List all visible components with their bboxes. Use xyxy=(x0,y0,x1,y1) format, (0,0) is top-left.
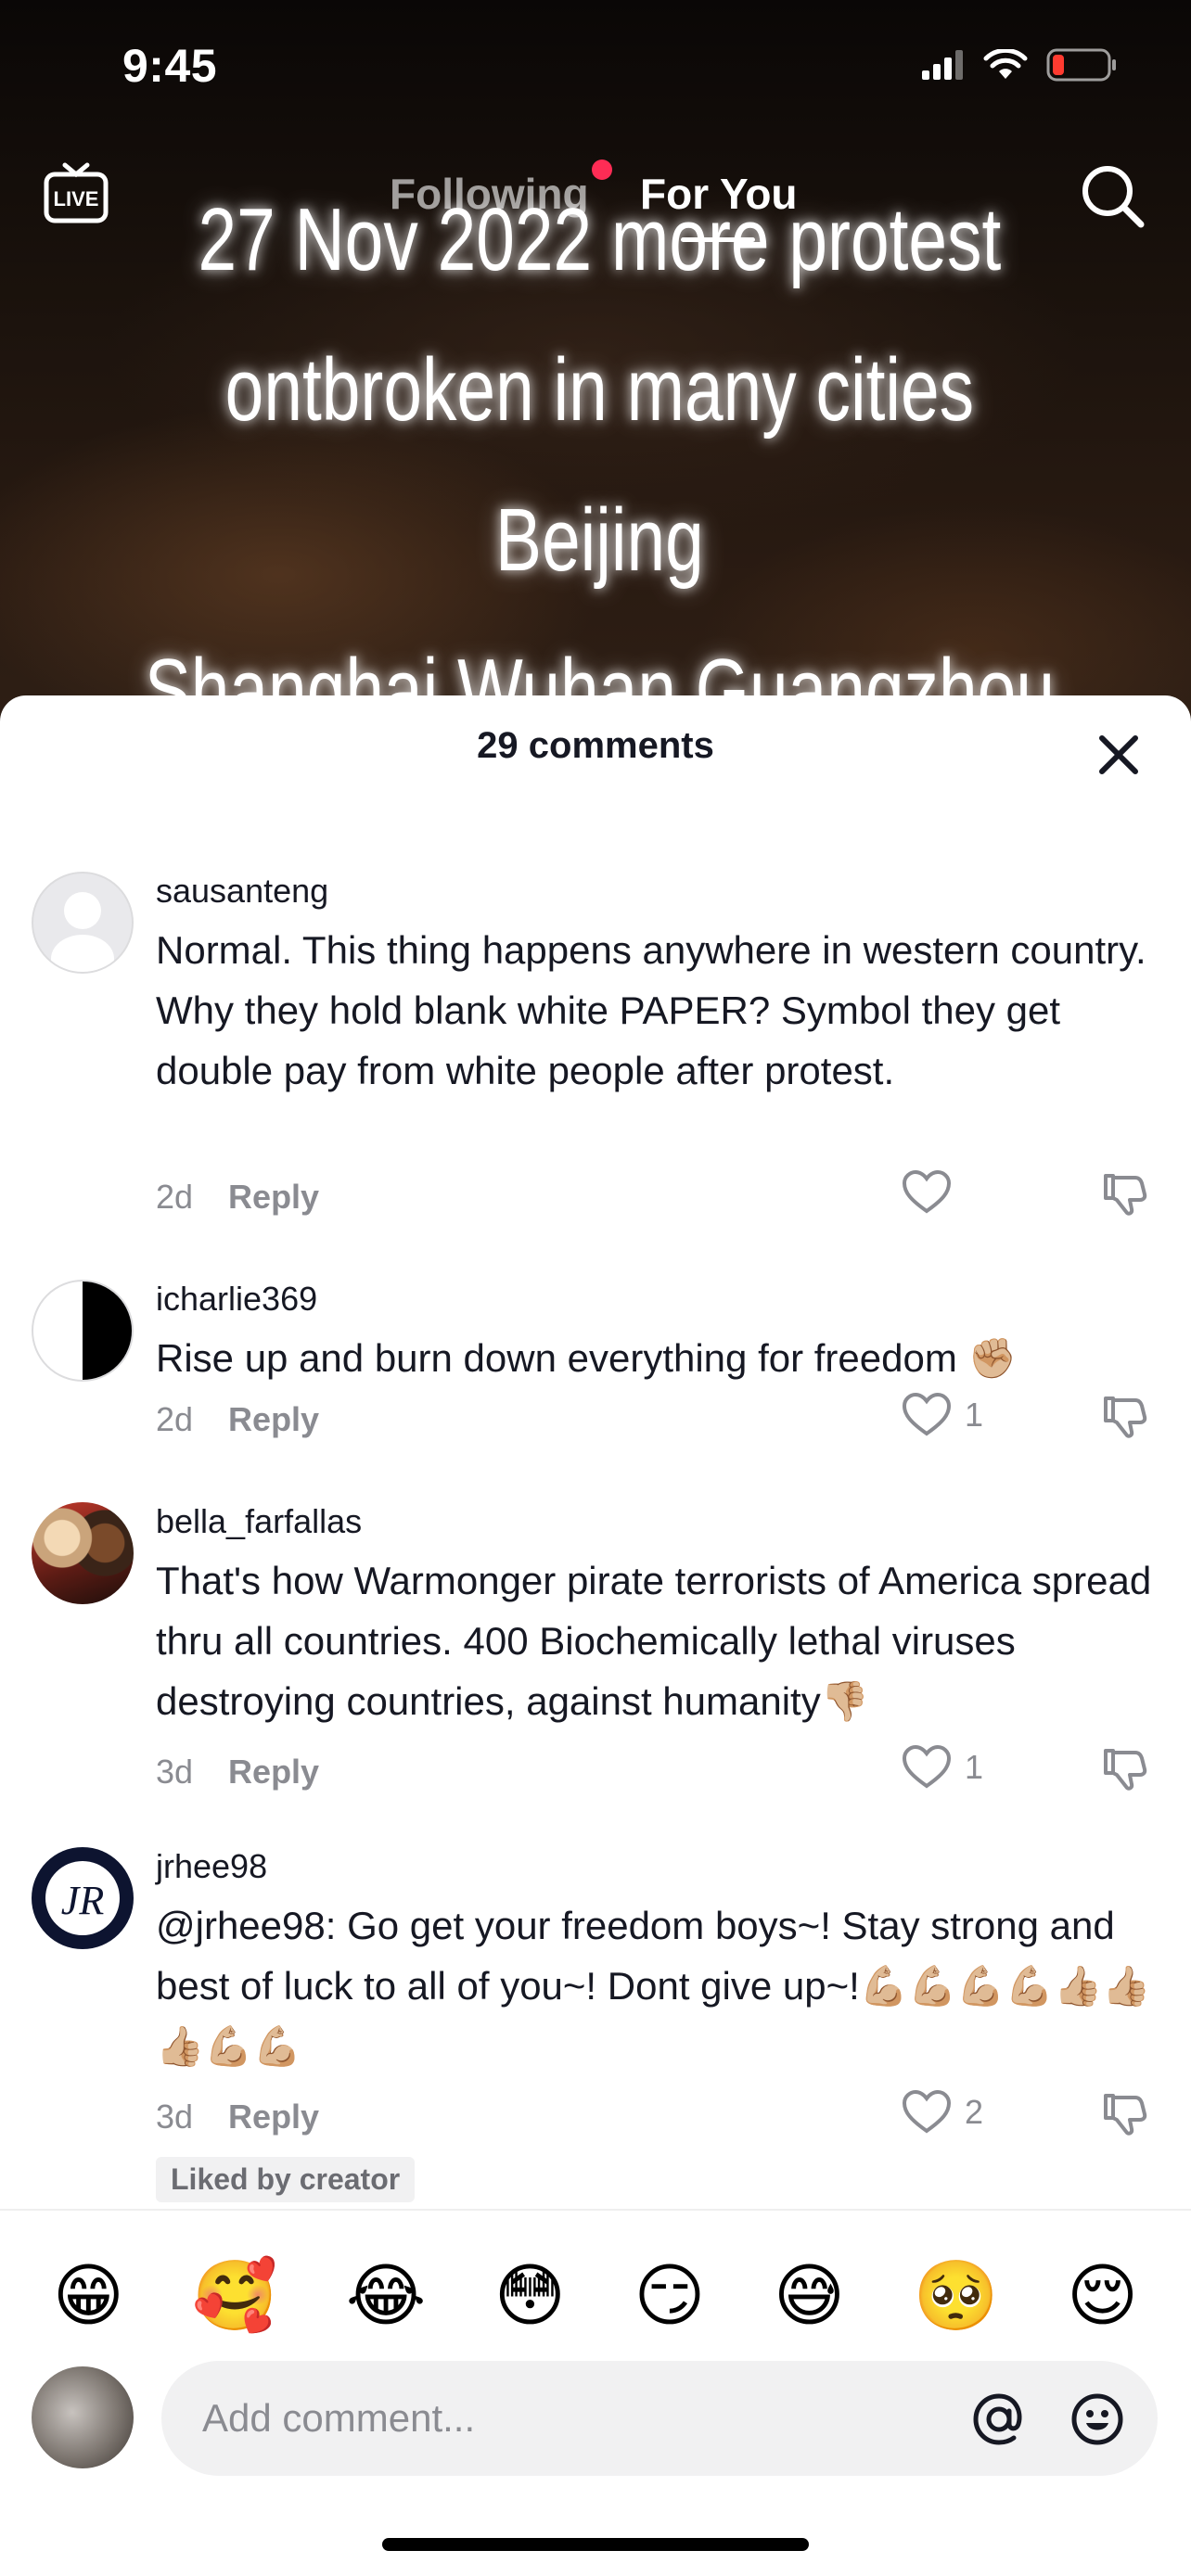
my-avatar xyxy=(32,2366,134,2468)
comments-sheet: 29 comments ▀▀ ▀▀▀▀ sausanteng Normal. T… xyxy=(0,695,1191,2576)
avatar[interactable] xyxy=(32,1280,134,1382)
svg-text:LIVE: LIVE xyxy=(54,187,99,210)
avatar[interactable] xyxy=(32,872,134,974)
video-player[interactable]: 9:45 LIVE Following For You 27 Nov 2022 … xyxy=(0,0,1191,890)
comment-username[interactable]: icharlie369 xyxy=(156,1280,317,1319)
default-avatar-icon xyxy=(51,892,114,972)
svg-text:JR: JR xyxy=(61,1878,105,1923)
monogram-logo: JR xyxy=(45,1861,120,1935)
comment-meta: 2d Reply xyxy=(156,1400,319,1439)
comment-age: 2d xyxy=(156,1400,194,1438)
comment-text: That's how Warmonger pirate terrorists o… xyxy=(156,1559,1152,1723)
comment-age: 3d xyxy=(156,2098,194,2136)
comment-username[interactable]: bella_farfallas xyxy=(156,1502,362,1541)
search-icon[interactable] xyxy=(1076,159,1150,234)
signal-icon xyxy=(922,50,963,80)
heart-icon xyxy=(902,1745,952,1789)
dislike-icon[interactable] xyxy=(1100,1170,1148,1218)
emoji-grin[interactable]: 😁 xyxy=(53,2262,124,2330)
dislike-icon[interactable] xyxy=(1100,2090,1148,2138)
smile-icon[interactable] xyxy=(1067,2389,1128,2450)
live-tv-icon[interactable]: LIVE xyxy=(41,158,111,228)
heart-icon xyxy=(902,2090,952,2134)
comment-meta: 2d Reply xyxy=(156,1178,319,1217)
like-count: 2 xyxy=(965,2093,984,2131)
at-icon[interactable] xyxy=(968,2389,1030,2450)
comment-text: Normal. This thing happens anywhere in w… xyxy=(156,928,1146,1092)
like-count: 1 xyxy=(965,1396,984,1434)
reply-button[interactable]: Reply xyxy=(228,2098,319,2136)
emoji-sweat-smile[interactable]: 😅 xyxy=(774,2262,845,2330)
like-count: 1 xyxy=(965,1748,984,1786)
comment-input-container[interactable] xyxy=(161,2361,1158,2476)
comment-username[interactable]: sausanteng xyxy=(156,872,328,911)
like-button[interactable]: 2 xyxy=(902,2090,983,2135)
emoji-hearts[interactable]: 🥰 xyxy=(192,2262,277,2330)
comment-text: @jrhee98: Go get your freedom boys~! Sta… xyxy=(156,1904,1151,2068)
comments-count-title: 29 comments xyxy=(477,725,714,766)
emoji-pleading[interactable]: 🥺 xyxy=(913,2262,998,2330)
comment-input-bar xyxy=(0,2355,1191,2504)
comment-age: 2d xyxy=(156,1178,194,1216)
emoji-smirk[interactable]: 😏 xyxy=(634,2262,705,2330)
comment-meta: 3d Reply xyxy=(156,1753,319,1792)
reply-button[interactable]: Reply xyxy=(228,1400,319,1438)
comment-username[interactable]: jrhee98 xyxy=(156,1847,267,1886)
home-indicator xyxy=(382,2538,809,2551)
like-button[interactable]: 1 xyxy=(902,1745,983,1790)
emoji-flushed[interactable]: 😳 xyxy=(494,2262,566,2330)
screen: 9:45 LIVE Following For You 27 Nov 2022 … xyxy=(0,0,1191,2576)
previous-comment-clipped: ▀▀ ▀▀▀▀ xyxy=(0,784,1191,808)
heart-icon xyxy=(902,1170,952,1214)
comment-age: 3d xyxy=(156,1753,194,1791)
like-button[interactable]: 1 xyxy=(902,1393,983,1437)
dislike-icon[interactable] xyxy=(1100,1745,1148,1793)
comment-meta: 3d Reply xyxy=(156,2098,319,2136)
quick-emoji-bar: 😁 🥰 😂 😳 😏 😅 🥺 😌 xyxy=(0,2240,1191,2352)
reply-button[interactable]: Reply xyxy=(228,1753,319,1791)
like-button[interactable] xyxy=(902,1170,965,1215)
avatar[interactable] xyxy=(32,1502,134,1604)
avatar[interactable]: JR xyxy=(32,1847,134,1949)
divider xyxy=(0,2209,1191,2211)
wifi-icon xyxy=(983,49,1028,79)
dislike-icon[interactable] xyxy=(1100,1393,1148,1441)
liked-by-creator-badge: Liked by creator xyxy=(156,2157,416,2202)
emoji-joy[interactable]: 😂 xyxy=(346,2262,426,2330)
emoji-relieved[interactable]: 😌 xyxy=(1067,2262,1138,2330)
battery-icon xyxy=(1046,48,1116,82)
comment-text: Rise up and burn down everything for fre… xyxy=(156,1336,1017,1380)
close-icon[interactable] xyxy=(1093,729,1145,781)
reply-button[interactable]: Reply xyxy=(228,1178,319,1216)
status-icons xyxy=(922,48,1117,82)
comment-input[interactable] xyxy=(202,2361,963,2476)
heart-icon xyxy=(902,1393,952,1436)
status-time: 9:45 xyxy=(122,40,218,92)
